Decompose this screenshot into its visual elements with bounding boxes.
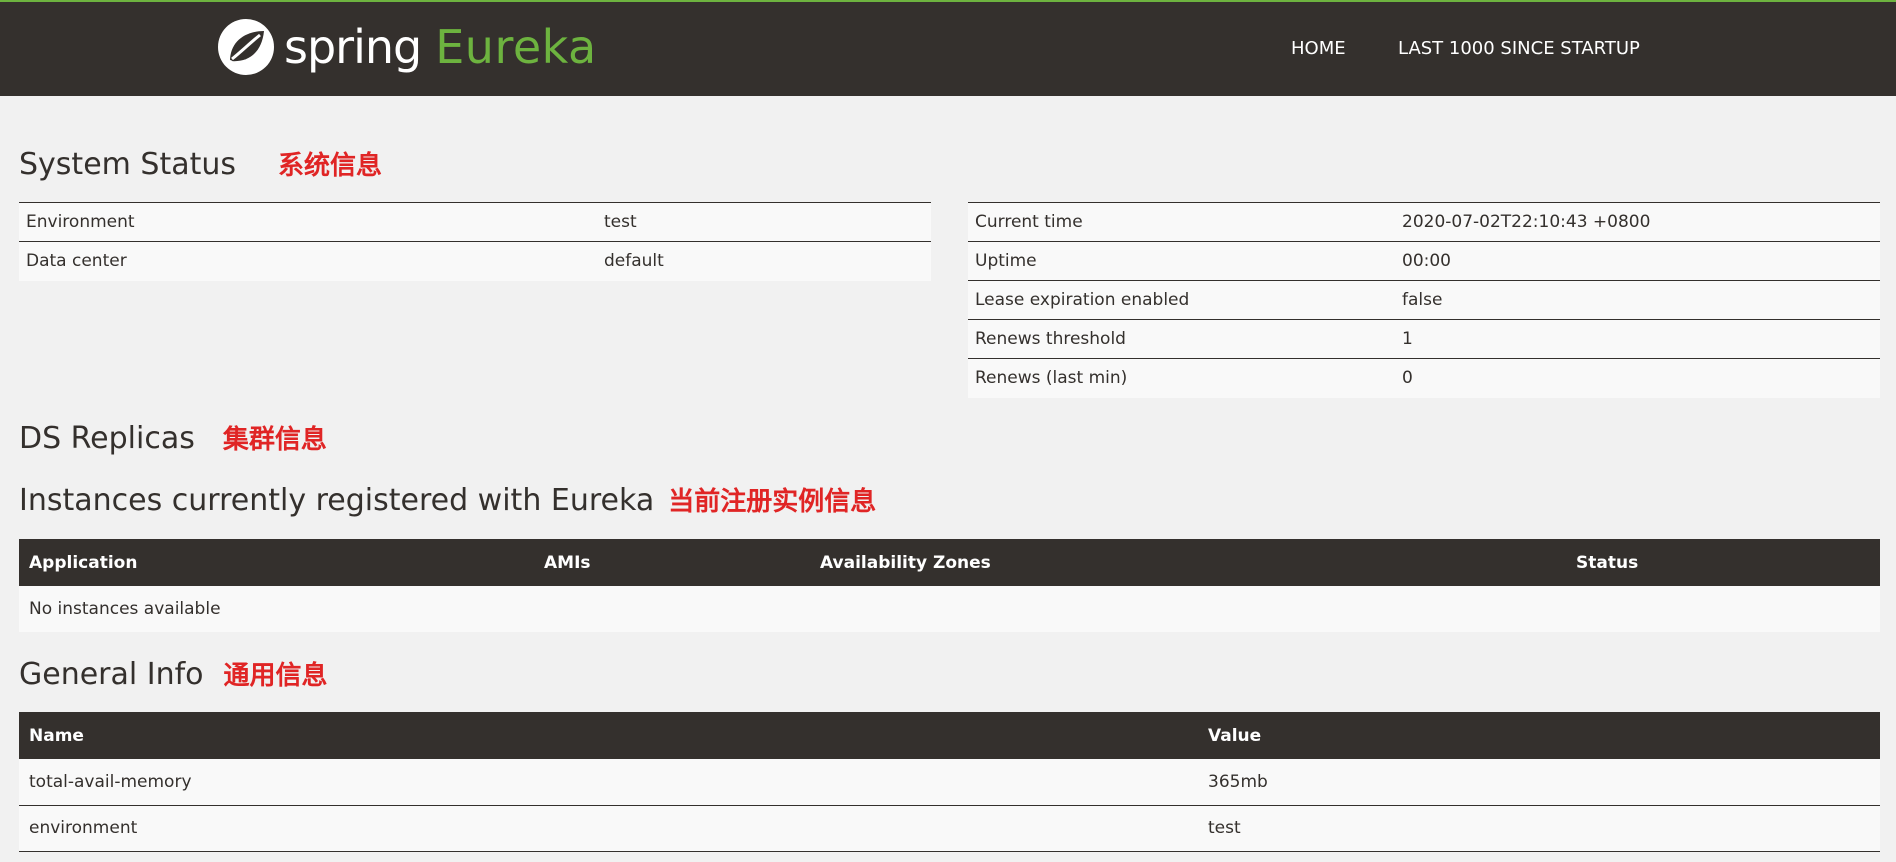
table-row: Environment test [19, 202, 931, 242]
table-row: No instances available [19, 586, 1880, 632]
general-info-annotation: 通用信息 [223, 661, 328, 691]
instances-title: Instances currently registered with Eure… [19, 483, 655, 518]
column-header-availability-zones: Availability Zones [820, 552, 991, 573]
table-row: Renews threshold 1 [968, 319, 1880, 359]
system-status-left-table: Environment test Data center default [19, 202, 931, 281]
table-row: environment test [19, 805, 1880, 851]
status-value-data-center: default [604, 251, 664, 272]
ds-replicas-title: DS Replicas [19, 421, 195, 456]
table-row: Uptime 00:00 [968, 241, 1880, 281]
logo-word-spring: spring [284, 20, 422, 74]
table-row: Current time 2020-07-02T22:10:43 +0800 [968, 202, 1880, 242]
instances-annotation: 当前注册实例信息 [668, 487, 877, 517]
instances-heading: Instances currently registered with Eure… [19, 481, 876, 518]
status-value-environment: test [604, 212, 637, 232]
spring-leaf-icon [218, 19, 274, 75]
status-label-current-time: Current time [975, 212, 1083, 232]
table-row: Renews (last min) 0 [968, 358, 1880, 398]
info-name-total-avail-memory: total-avail-memory [29, 771, 192, 792]
system-status-heading: System Status 系统信息 [19, 145, 382, 182]
system-status-right-table: Current time 2020-07-02T22:10:43 +0800 U… [968, 202, 1880, 398]
status-value-renews-last-min: 0 [1402, 368, 1413, 389]
status-label-environment: Environment [26, 212, 135, 232]
column-header-name: Name [29, 725, 84, 746]
ds-replicas-heading: DS Replicas 集群信息 [19, 419, 327, 456]
general-info-title: General Info [19, 657, 204, 692]
status-label-lease-expiration: Lease expiration enabled [975, 290, 1190, 310]
table-row: total-avail-memory 365mb [19, 759, 1880, 805]
no-instances-message: No instances available [29, 599, 221, 619]
system-status-title: System Status [19, 147, 237, 182]
status-value-current-time: 2020-07-02T22:10:43 +0800 [1402, 212, 1651, 232]
instances-table: Application AMIs Availability Zones Stat… [19, 539, 1880, 632]
nav-last-1000-link[interactable]: LAST 1000 SINCE STARTUP [1398, 38, 1640, 59]
general-info-table: Name Value total-avail-memory 365mb envi… [19, 712, 1880, 852]
general-info-heading: General Info 通用信息 [19, 655, 328, 692]
info-name-environment: environment [29, 818, 138, 838]
status-value-renews-threshold: 1 [1402, 329, 1413, 349]
logo-word-eureka: Eureka [435, 20, 597, 74]
column-header-application: Application [29, 552, 138, 573]
column-header-status: Status [1576, 552, 1639, 573]
table-row: Data center default [19, 241, 931, 281]
table-row: Lease expiration enabled false [968, 280, 1880, 320]
info-value-total-avail-memory: 365mb [1208, 771, 1268, 792]
status-label-renews-threshold: Renews threshold [975, 329, 1126, 349]
system-status-annotation: 系统信息 [278, 151, 383, 181]
info-value-environment: test [1208, 818, 1241, 838]
column-header-value: Value [1208, 725, 1262, 746]
table-header-row: Name Value [19, 712, 1880, 759]
nav-home-link[interactable]: HOME [1291, 38, 1346, 59]
ds-replicas-annotation: 集群信息 [222, 425, 327, 455]
status-value-uptime: 00:00 [1402, 251, 1451, 271]
status-label-data-center: Data center [26, 251, 127, 272]
column-header-amis: AMIs [544, 552, 591, 573]
status-label-renews-last-min: Renews (last min) [975, 368, 1128, 389]
top-navbar: spring Eureka HOME LAST 1000 SINCE START… [0, 0, 1896, 96]
status-label-uptime: Uptime [975, 251, 1037, 271]
status-value-lease-expiration: false [1402, 290, 1443, 310]
spring-eureka-logo[interactable]: spring Eureka [216, 16, 597, 78]
table-header-row: Application AMIs Availability Zones Stat… [19, 539, 1880, 586]
